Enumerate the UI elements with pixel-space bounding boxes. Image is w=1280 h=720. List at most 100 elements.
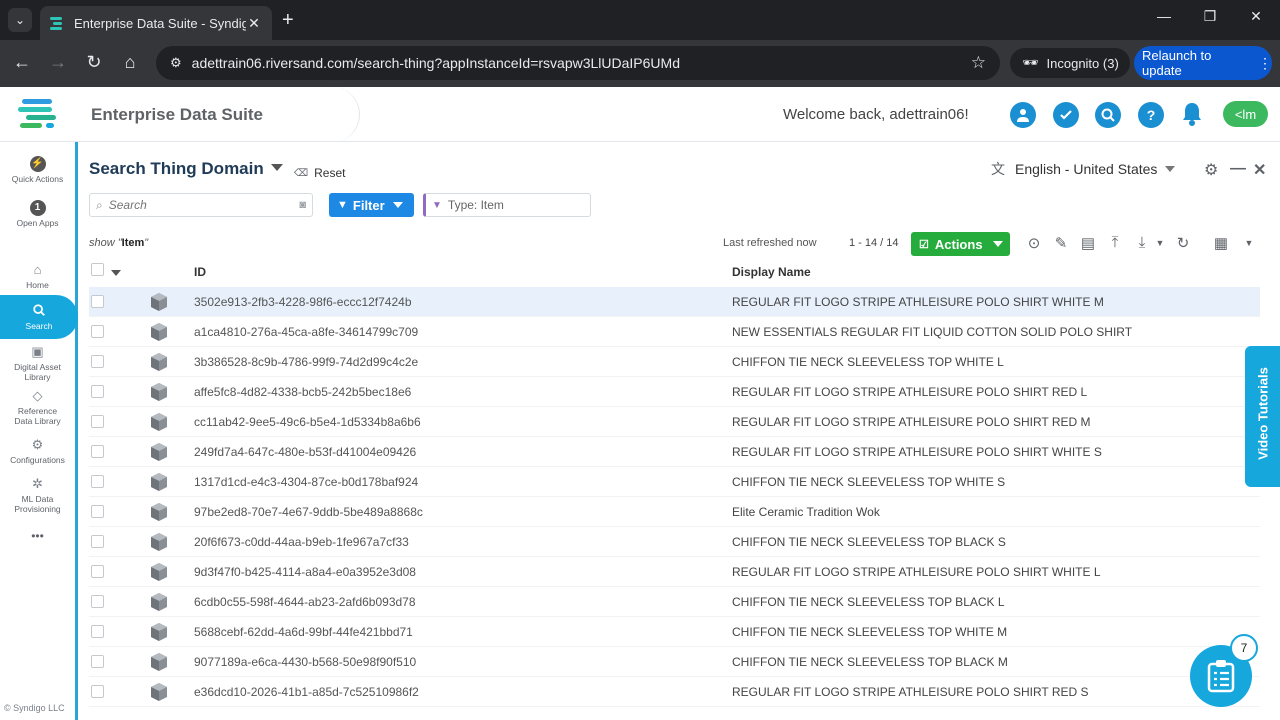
row-display-name[interactable]: CHIFFON TIE NECK SLEEVELESS TOP BLACK L — [732, 595, 1005, 609]
reset-button[interactable]: ⌫ Reset — [294, 166, 346, 180]
nav-reference-data-library[interactable]: ◇ Reference Data Library — [0, 388, 75, 426]
restore-icon[interactable]: ❐ — [1187, 8, 1233, 25]
column-header-display-name[interactable]: Display Name — [732, 265, 811, 279]
nav-more[interactable]: ••• — [0, 530, 75, 542]
row-id[interactable]: 1317d1cd-e4c3-4304-87ce-b0d178baf924 — [194, 475, 418, 489]
tab-close-icon[interactable]: ✕ — [246, 15, 262, 32]
edit-icon[interactable]: ✎ — [1051, 234, 1071, 252]
search-input[interactable] — [108, 198, 300, 212]
row-checkbox[interactable] — [91, 445, 104, 458]
row-checkbox[interactable] — [91, 595, 104, 608]
select-all-checkbox[interactable] — [91, 263, 104, 276]
row-id[interactable]: a1ca4810-276a-45ca-a8fe-34614799c709 — [194, 325, 418, 339]
row-checkbox[interactable] — [91, 505, 104, 518]
row-checkbox[interactable] — [91, 625, 104, 638]
row-display-name[interactable]: CHIFFON TIE NECK SLEEVELESS TOP WHITE M — [732, 625, 1007, 639]
home-icon[interactable]: ⌂ — [118, 52, 142, 73]
row-id[interactable]: 97be2ed8-70e7-4e67-9ddb-5be489a8868c — [194, 505, 423, 519]
table-row[interactable]: affe5fc8-4d82-4338-bcb5-242b5bec18e6 REGU… — [89, 377, 1260, 407]
row-id[interactable]: 249fd7a4-647c-480e-b53f-d41004e09426 — [194, 445, 416, 459]
row-checkbox[interactable] — [91, 535, 104, 548]
title-dropdown-icon[interactable] — [271, 164, 283, 171]
relaunch-button[interactable]: Relaunch to update ⋮ — [1134, 46, 1272, 80]
table-row[interactable]: 6cdb0c55-598f-4644-ab23-2afd6b093d78 CHIF… — [89, 587, 1260, 617]
language-selector[interactable]: 文 English - United States — [991, 159, 1176, 179]
row-display-name[interactable]: REGULAR FIT LOGO STRIPE ATHLEISURE POLO … — [732, 295, 1104, 309]
new-tab-icon[interactable]: + — [282, 8, 294, 32]
table-row[interactable]: a1ca4810-276a-45ca-a8fe-34614799c709 NEW … — [89, 317, 1260, 347]
back-icon[interactable]: ← — [10, 52, 34, 73]
actions-button[interactable]: ☑ Actions — [911, 232, 1010, 256]
nav-ml-data-provisioning[interactable]: ✲ ML Data Provisioning — [0, 476, 75, 514]
global-search-icon[interactable] — [1095, 102, 1121, 128]
video-tutorials-tab[interactable]: Video Tutorials — [1245, 346, 1280, 487]
row-checkbox[interactable] — [91, 475, 104, 488]
help-icon[interactable]: ? — [1138, 102, 1164, 128]
bookmark-star-icon[interactable]: ☆ — [971, 53, 986, 73]
refresh-icon[interactable]: ↻ — [1173, 234, 1193, 252]
row-id[interactable]: 5688cebf-62dd-4a6d-99bf-44fe421bbd71 — [194, 625, 413, 639]
row-display-name[interactable]: CHIFFON TIE NECK SLEEVELESS TOP BLACK M — [732, 655, 1008, 669]
search-box[interactable]: ⌕ ◙ — [89, 193, 313, 217]
row-display-name[interactable]: REGULAR FIT LOGO STRIPE ATHLEISURE POLO … — [732, 685, 1089, 699]
row-checkbox[interactable] — [91, 325, 104, 338]
row-display-name[interactable]: REGULAR FIT LOGO STRIPE ATHLEISURE POLO … — [732, 415, 1091, 429]
table-row[interactable]: 249fd7a4-647c-480e-b53f-d41004e09426 REGU… — [89, 437, 1260, 467]
row-id[interactable]: 3b386528-8c9b-4786-99f9-74d2d99c4c2e — [194, 355, 418, 369]
table-row[interactable]: 3b386528-8c9b-4786-99f9-74d2d99c4c2e CHIF… — [89, 347, 1260, 377]
nav-search[interactable]: Search — [0, 295, 78, 339]
browser-tab[interactable]: Enterprise Data Suite - Syndigo ✕ — [40, 6, 272, 40]
close-panel-icon[interactable]: ✕ — [1253, 160, 1266, 180]
reload-icon[interactable]: ↻ — [82, 52, 106, 73]
address-bar[interactable]: ⚙ adettrain06.riversand.com/search-thing… — [156, 46, 1000, 80]
forward-icon[interactable]: → — [46, 52, 70, 73]
row-display-name[interactable]: REGULAR FIT LOGO STRIPE ATHLEISURE POLO … — [732, 385, 1087, 399]
row-id[interactable]: 6cdb0c55-598f-4644-ab23-2afd6b093d78 — [194, 595, 416, 609]
nav-quick-actions[interactable]: ⚡ Quick Actions — [0, 156, 75, 184]
type-filter-chip[interactable]: ▼ Type: Item — [423, 193, 591, 217]
row-id[interactable]: e36dcd10-2026-41b1-a85d-7c52510986f2 — [194, 685, 419, 699]
nav-digital-asset-library[interactable]: ▣ Digital Asset Library — [0, 344, 75, 382]
minimize-panel-icon[interactable]: — — [1230, 160, 1246, 178]
window-close-icon[interactable]: ✕ — [1233, 8, 1279, 25]
table-row[interactable]: 1317d1cd-e4c3-4304-87ce-b0d178baf924 CHIF… — [89, 467, 1260, 497]
row-checkbox[interactable] — [91, 565, 104, 578]
page-title[interactable]: Search Thing Domain — [89, 159, 264, 179]
table-row[interactable]: 97be2ed8-70e7-4e67-9ddb-5be489a8868c Elit… — [89, 497, 1260, 527]
table-row[interactable]: 20f6f673-c0dd-44aa-b9eb-1fe967a7cf33 CHIF… — [89, 527, 1260, 557]
clipboard-icon[interactable]: ▤ — [1078, 234, 1098, 252]
row-id[interactable]: 20f6f673-c0dd-44aa-b9eb-1fe967a7cf33 — [194, 535, 409, 549]
incognito-indicator[interactable]: 🕶 Incognito (3) — [1010, 48, 1130, 78]
notifications-bell-icon[interactable] — [1181, 101, 1203, 127]
row-checkbox[interactable] — [91, 295, 104, 308]
row-id[interactable]: 9d3f47f0-b425-4114-a8a4-e0a3952e3d08 — [194, 565, 416, 579]
row-id[interactable]: cc11ab42-9ee5-49c6-b5e4-1d5334b8a6b6 — [194, 415, 421, 429]
url-text[interactable]: adettrain06.riversand.com/search-thing?a… — [192, 55, 971, 71]
row-checkbox[interactable] — [91, 685, 104, 698]
download-icon[interactable]: ⤓ — [1132, 234, 1152, 251]
row-display-name[interactable]: CHIFFON TIE NECK SLEEVELESS TOP WHITE S — [732, 475, 1005, 489]
row-display-name[interactable]: CHIFFON TIE NECK SLEEVELESS TOP WHITE L — [732, 355, 1004, 369]
user-menu-button[interactable]: <lm — [1223, 101, 1268, 127]
row-id[interactable]: affe5fc8-4d82-4338-bcb5-242b5bec18e6 — [194, 385, 411, 399]
row-id[interactable]: 9077189a-e6ca-4430-b568-50e98f90f510 — [194, 655, 416, 669]
site-info-icon[interactable]: ⚙ — [170, 55, 182, 71]
upload-icon[interactable]: ⤒ — [1105, 234, 1125, 251]
table-row[interactable]: 9077189a-e6ca-4430-b568-50e98f90f510 CHIF… — [89, 647, 1260, 677]
nav-open-apps[interactable]: 1 Open Apps — [0, 200, 75, 228]
settings-gear-icon[interactable]: ⚙ — [1204, 160, 1218, 180]
table-row[interactable]: cc11ab42-9ee5-49c6-b5e4-1d5334b8a6b6 REGU… — [89, 407, 1260, 437]
download-dropdown-icon[interactable]: ▼ — [1150, 238, 1170, 248]
row-checkbox[interactable] — [91, 385, 104, 398]
row-display-name[interactable]: NEW ESSENTIALS REGULAR FIT LIQUID COTTON… — [732, 325, 1132, 339]
tab-search-chevron-icon[interactable]: ⌄ — [8, 8, 32, 32]
grid-dropdown-icon[interactable]: ▼ — [1239, 238, 1259, 248]
select-dropdown-icon[interactable] — [111, 270, 121, 276]
table-row[interactable]: e36dcd10-2026-41b1-a85d-7c52510986f2 REGU… — [89, 677, 1260, 707]
tasks-check-icon[interactable] — [1053, 102, 1079, 128]
nav-configurations[interactable]: ⚙ Configurations — [0, 437, 75, 465]
filter-button[interactable]: ▼ Filter — [329, 193, 414, 217]
row-display-name[interactable]: REGULAR FIT LOGO STRIPE ATHLEISURE POLO … — [732, 445, 1102, 459]
row-display-name[interactable]: REGULAR FIT LOGO STRIPE ATHLEISURE POLO … — [732, 565, 1101, 579]
view-icon[interactable]: ⊙ — [1024, 234, 1044, 252]
